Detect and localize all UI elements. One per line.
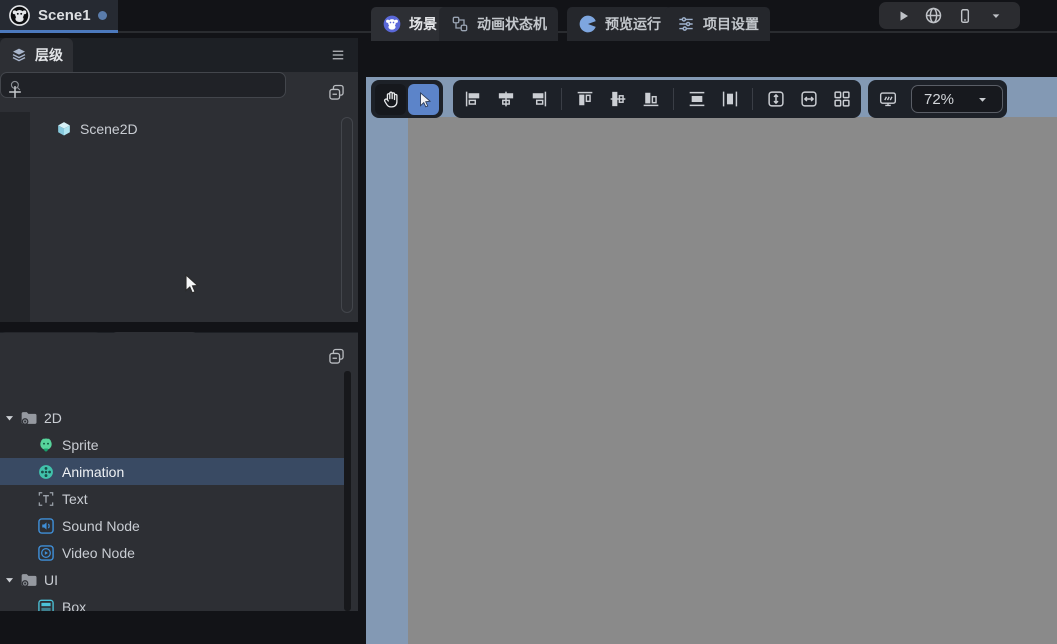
distribute-horizontal-button[interactable] <box>714 84 745 115</box>
align-left-button[interactable] <box>457 84 488 115</box>
caret-down-icon[interactable] <box>3 573 16 586</box>
hierarchy-tab-label: 层级 <box>35 45 63 65</box>
search-input[interactable] <box>28 78 278 93</box>
tab-hierarchy[interactable]: 层级 <box>0 38 73 72</box>
hierarchy-panel-header: 层级 <box>0 38 358 72</box>
folder-ui-icon <box>19 570 39 590</box>
scene-viewport[interactable]: 72% <box>366 77 1057 644</box>
toolbar-separator <box>673 88 674 110</box>
hierarchy-gutter <box>0 112 30 322</box>
tree-item-label: Sprite <box>62 437 99 453</box>
tab-preview-run[interactable]: 预览运行 <box>567 7 672 41</box>
scene2d-cube-icon <box>54 119 74 139</box>
select-tool[interactable] <box>408 84 439 115</box>
hierarchy-panel: Scene2D <box>0 72 358 322</box>
fit-height-button[interactable] <box>760 84 791 115</box>
widgets-scrollbar[interactable] <box>344 371 351 611</box>
fit-width-button[interactable] <box>793 84 824 115</box>
tree-item-sprite[interactable]: Sprite <box>0 431 344 458</box>
project-settings-tab-label: 项目设置 <box>703 14 759 34</box>
zoom-level-dropdown[interactable]: 72% <box>911 85 1003 113</box>
collapse-all-icon[interactable] <box>324 344 348 368</box>
tree-item-video-node[interactable]: Video Node <box>0 539 344 566</box>
caret-down-icon[interactable] <box>3 411 16 424</box>
tree-item-box[interactable]: Box <box>0 593 344 611</box>
scene-tab-label: Scene1 <box>38 7 91 24</box>
widgets-panel: 2D Sprite Animation <box>0 333 358 611</box>
unsaved-indicator-dot <box>98 11 107 20</box>
tab-scene[interactable]: 场景 <box>371 7 448 41</box>
align-bottom-button[interactable] <box>635 84 666 115</box>
chevron-down-icon <box>975 92 990 107</box>
align-top-button[interactable] <box>569 84 600 115</box>
tree-item-label: Sound Node <box>62 518 140 534</box>
tab-animation-state-machine[interactable]: 动画状态机 <box>439 7 558 41</box>
zoom-level-value: 72% <box>924 91 954 108</box>
align-center-vertical-button[interactable] <box>602 84 633 115</box>
tab-project-settings[interactable]: 项目设置 <box>665 7 770 41</box>
monkey-logo-icon <box>8 4 31 27</box>
text-icon <box>36 489 56 509</box>
sprite-icon <box>36 435 56 455</box>
toolbar-separator <box>561 88 562 110</box>
tree-item-label: Box <box>62 599 86 612</box>
align-center-horizontal-button[interactable] <box>490 84 521 115</box>
run-controls-group <box>879 2 1020 29</box>
hierarchy-scrollbar[interactable] <box>341 117 353 313</box>
scene-rect[interactable] <box>408 117 1057 644</box>
tree-item-label: UI <box>44 572 58 588</box>
distribute-vertical-button[interactable] <box>681 84 712 115</box>
toolbar-zoom-group: 72% <box>868 80 1007 118</box>
tree-item-sound-node[interactable]: Sound Node <box>0 512 344 539</box>
tree-item-label: Text <box>62 491 88 507</box>
settings-sliders-icon <box>676 14 696 34</box>
collapse-all-icon[interactable] <box>324 80 348 104</box>
tree-item-label: Scene2D <box>80 121 138 137</box>
tile-grid-button[interactable] <box>826 84 857 115</box>
mobile-run-button[interactable] <box>952 4 978 28</box>
preview-run-tab-label: 预览运行 <box>605 14 661 34</box>
mouse-cursor <box>184 274 204 296</box>
toolbar-align-tools <box>453 80 861 118</box>
box-icon <box>36 597 56 612</box>
add-node-button[interactable] <box>3 80 27 104</box>
play-button[interactable] <box>890 4 916 28</box>
tree-item-scene2d[interactable]: Scene2D <box>30 115 342 142</box>
tree-item-label: 2D <box>44 410 62 426</box>
animation-state-machine-tab-label: 动画状态机 <box>477 14 547 34</box>
tree-item-animation[interactable]: Animation <box>0 458 344 485</box>
video-node-icon <box>36 543 56 563</box>
scene-tab-label: 场景 <box>409 14 437 34</box>
sound-node-icon <box>36 516 56 536</box>
layers-icon <box>10 46 28 64</box>
tree-item-text[interactable]: Text <box>0 485 344 512</box>
run-options-chevron[interactable] <box>983 4 1009 28</box>
tree-group-2d[interactable]: 2D <box>0 404 344 431</box>
web-run-button[interactable] <box>921 4 947 28</box>
folder-2d-icon <box>19 408 39 428</box>
toolbar-separator <box>752 88 753 110</box>
preview-run-icon <box>578 14 598 34</box>
tree-group-ui[interactable]: UI <box>0 566 344 593</box>
scene-file-tab[interactable]: Scene1 <box>0 0 118 31</box>
tree-item-label: Video Node <box>62 545 135 561</box>
toolbar-nav-tools <box>371 80 443 118</box>
screen-ruler-icon[interactable] <box>872 84 903 115</box>
tree-item-label: Animation <box>62 464 124 480</box>
hierarchy-search-field[interactable] <box>0 72 286 98</box>
scene-monkey-icon <box>382 14 402 34</box>
animation-icon <box>36 462 56 482</box>
hierarchy-menu-button[interactable] <box>326 43 350 67</box>
state-machine-icon <box>450 14 470 34</box>
align-right-button[interactable] <box>523 84 554 115</box>
pan-hand-tool[interactable] <box>375 84 406 115</box>
